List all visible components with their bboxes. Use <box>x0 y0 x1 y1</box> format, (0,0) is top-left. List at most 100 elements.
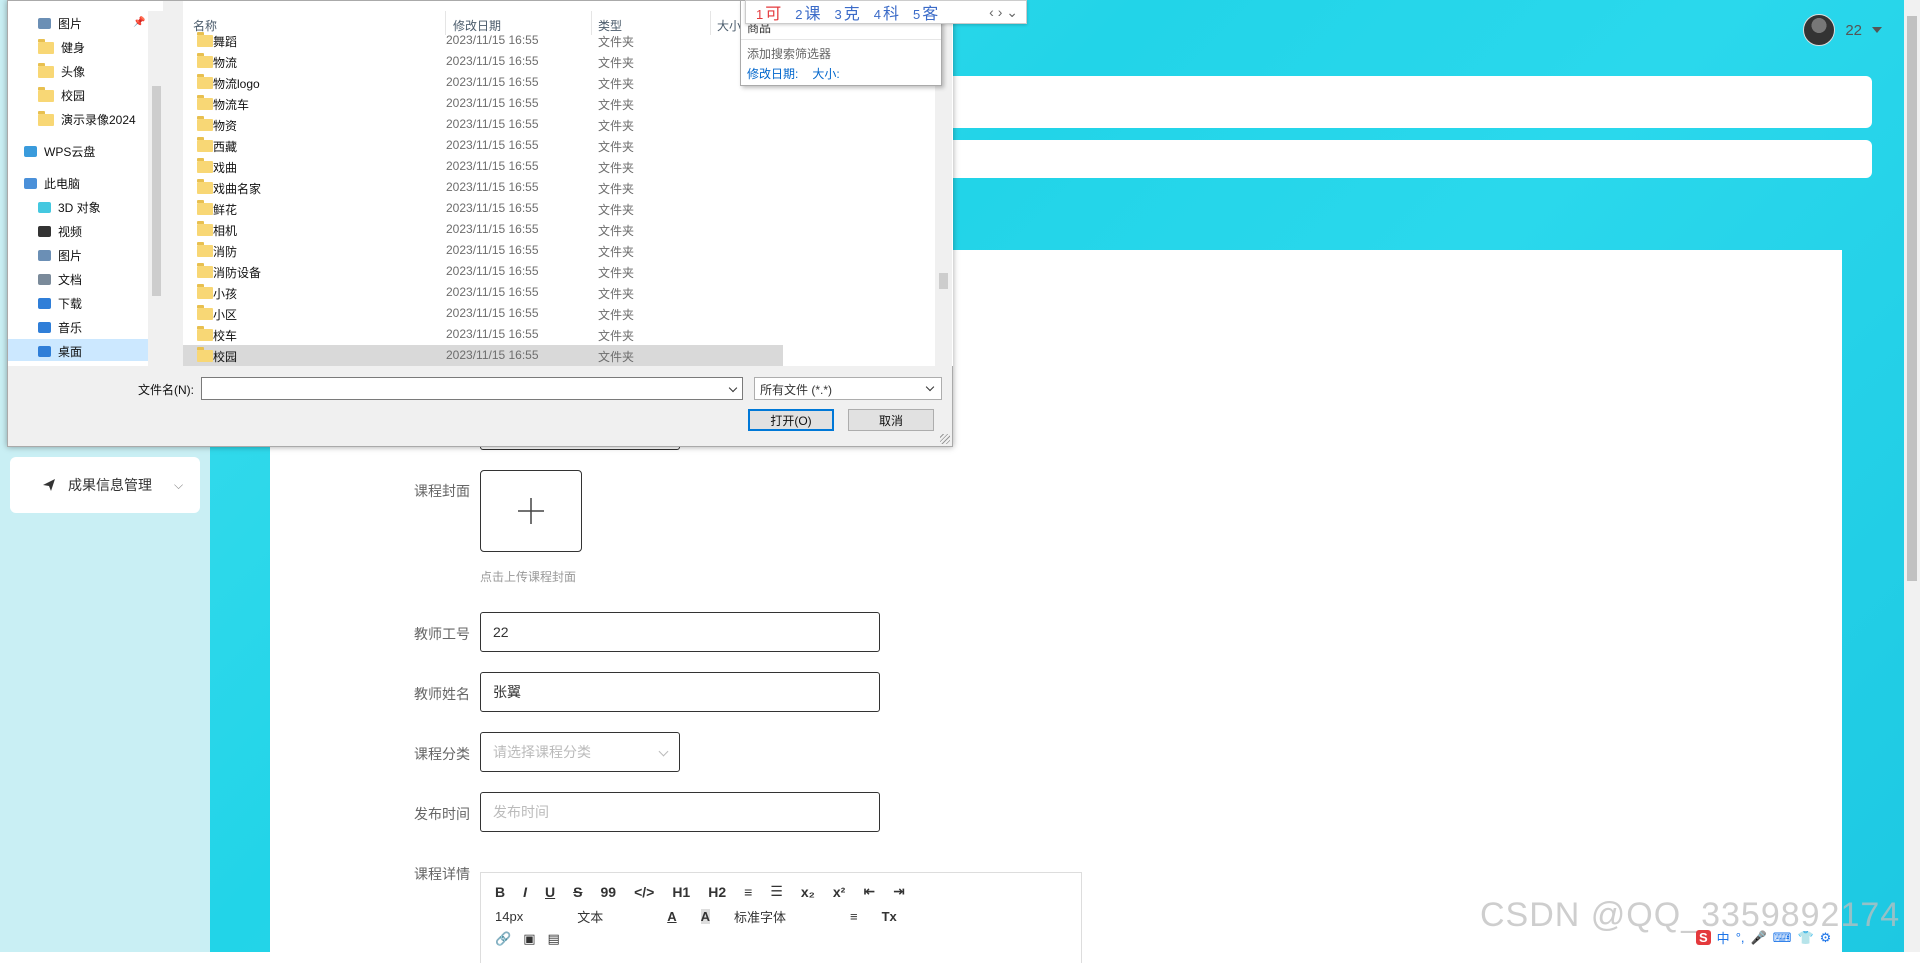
scrollbar-thumb[interactable] <box>1907 16 1917 581</box>
file-row[interactable]: 小区 2023/11/15 16:55 文件夹 <box>183 303 783 324</box>
text-style-select[interactable]: 文本 <box>577 907 603 926</box>
file-row[interactable]: 物流 2023/11/15 16:55 文件夹 <box>183 51 783 72</box>
strike-button[interactable]: S <box>573 884 582 900</box>
watermark: CSDN @QQ_3359892174 <box>1480 896 1901 934</box>
font-family-select[interactable]: 标准字体 <box>734 907 786 926</box>
italic-button[interactable]: I <box>523 884 527 900</box>
h2-button[interactable]: H2 <box>708 884 726 900</box>
filter-size[interactable]: 大小: <box>812 65 839 82</box>
punctuation-icon[interactable]: °, <box>1736 930 1745 945</box>
add-search-filter[interactable]: 添加搜索筛选器 <box>747 45 831 62</box>
cancel-button[interactable]: 取消 <box>848 409 934 431</box>
video-icon[interactable]: ▤ <box>547 931 559 947</box>
code-button[interactable]: </> <box>634 884 654 900</box>
filetype-select[interactable]: 所有文件 (*.*) <box>754 377 942 400</box>
background-color-icon[interactable]: A <box>700 909 710 924</box>
sidebar-item-cloud[interactable]: WPS云盘 <box>24 143 95 160</box>
image-icon[interactable]: ▣ <box>523 931 535 947</box>
ime-candidate[interactable]: 3克 <box>835 0 860 24</box>
h1-button[interactable]: H1 <box>672 884 690 900</box>
file-row[interactable]: 戏曲 2023/11/15 16:55 文件夹 <box>183 156 783 177</box>
ime-mode[interactable]: 中 <box>1717 928 1730 947</box>
sogou-icon[interactable]: S <box>1696 930 1711 945</box>
sidebar-item-achievement[interactable]: 成果信息管理 ⌵ <box>10 457 200 513</box>
file-row[interactable]: 校车 2023/11/15 16:55 文件夹 <box>183 324 783 345</box>
page-scrollbar[interactable] <box>1904 0 1920 952</box>
file-row[interactable]: 物资 2023/11/15 16:55 文件夹 <box>183 114 783 135</box>
file-row[interactable]: 鲜花 2023/11/15 16:55 文件夹 <box>183 198 783 219</box>
skin-icon[interactable]: 👕 <box>1797 930 1813 946</box>
sidebar-item-pic[interactable]: 图片 <box>38 15 82 32</box>
scrollbar-thumb[interactable] <box>152 86 161 296</box>
scrollbar-thumb[interactable] <box>939 273 948 289</box>
rich-text-editor[interactable]: B I U S 99 </> H1 H2 ≡ ☰ x₂ x² ⇤ ⇥ 14px … <box>480 872 1082 963</box>
ime-candidate[interactable]: 2课 <box>795 0 820 24</box>
user-menu[interactable]: 22 <box>1803 14 1882 46</box>
chevron-down-icon[interactable] <box>728 383 738 393</box>
superscript-button[interactable]: x² <box>833 884 845 900</box>
microphone-icon[interactable]: 🎤 <box>1751 930 1767 946</box>
cloud-icon <box>24 146 37 157</box>
file-row[interactable]: 物流logo 2023/11/15 16:55 文件夹 <box>183 72 783 93</box>
cover-upload[interactable] <box>480 470 582 552</box>
file-row[interactable]: 西藏 2023/11/15 16:55 文件夹 <box>183 135 783 156</box>
teacher-name-input[interactable]: 张翼 <box>480 672 880 712</box>
file-row[interactable]: 小孩 2023/11/15 16:55 文件夹 <box>183 282 783 303</box>
bullet-list-button[interactable]: ☰ <box>770 883 783 900</box>
file-row[interactable]: 消防设备 2023/11/15 16:55 文件夹 <box>183 261 783 282</box>
outdent-button[interactable]: ⇤ <box>863 883 875 900</box>
sidebar-item-video[interactable]: 视频 <box>38 223 82 240</box>
link-icon[interactable]: 🔗 <box>495 931 511 947</box>
keyboard-icon[interactable]: ⌨ <box>1773 930 1792 946</box>
file-name: 相机 <box>213 224 238 238</box>
ordered-list-button[interactable]: ≡ <box>744 884 752 900</box>
font-size-select[interactable]: 14px <box>495 909 523 924</box>
clear-format-button[interactable]: Tx <box>882 909 897 924</box>
sidebar-item-3d[interactable]: 3D 对象 <box>38 199 101 216</box>
category-select[interactable]: 请选择课程分类 <box>480 732 680 772</box>
ime-page-nav-icon[interactable]: ‹ › ⌄ <box>989 4 1026 21</box>
send-icon <box>43 479 55 491</box>
nav-scrollbar[interactable] <box>148 11 165 366</box>
filename-input[interactable] <box>201 377 743 400</box>
file-date: 2023/11/15 16:55 <box>446 96 539 110</box>
font-color-icon[interactable]: A <box>667 909 676 924</box>
file-row[interactable]: 校园 2023/11/15 16:55 文件夹 <box>183 345 783 366</box>
header-bar <box>940 76 1872 128</box>
open-button[interactable]: 打开(O) <box>748 409 834 431</box>
subscript-button[interactable]: x₂ <box>801 884 815 900</box>
sidebar-item-folder[interactable]: 头像 <box>38 62 85 80</box>
category-label: 课程分类 <box>414 746 470 762</box>
folder-icon <box>197 263 213 278</box>
sidebar-item-folder[interactable]: 演示录像2024 <box>38 110 136 128</box>
publish-time-input[interactable]: 发布时间 <box>480 792 880 832</box>
file-row[interactable]: 戏曲名家 2023/11/15 16:55 文件夹 <box>183 177 783 198</box>
file-row[interactable]: 物流车 2023/11/15 16:55 文件夹 <box>183 93 783 114</box>
resize-grip[interactable] <box>940 434 950 444</box>
filter-modified-date[interactable]: 修改日期: <box>747 65 798 82</box>
sidebar-item-pc[interactable]: 此电脑 <box>24 175 80 192</box>
align-icon[interactable]: ≡ <box>850 909 858 924</box>
sidebar-item-pic[interactable]: 图片 <box>38 247 82 264</box>
avatar[interactable] <box>1803 14 1836 46</box>
underline-button[interactable]: U <box>545 884 555 900</box>
sidebar-item-folder[interactable]: 健身 <box>38 38 85 56</box>
toolbox-icon[interactable]: ⚙ <box>1820 930 1832 946</box>
sidebar-item-doc[interactable]: 文档 <box>38 271 82 288</box>
ime-candidate[interactable]: 1可 <box>756 0 781 24</box>
sidebar-item-music[interactable]: 音乐 <box>38 319 82 336</box>
indent-button[interactable]: ⇥ <box>893 883 905 900</box>
ime-candidate[interactable]: 5客 <box>913 0 938 24</box>
sidebar-item-desktop[interactable]: 桌面 <box>38 343 82 360</box>
file-row[interactable]: 消防 2023/11/15 16:55 文件夹 <box>183 240 783 261</box>
sidebar-item-folder[interactable]: 校园 <box>38 86 85 104</box>
bold-button[interactable]: B <box>495 884 505 900</box>
quote-button[interactable]: 99 <box>600 884 616 900</box>
teacher-id-input[interactable]: 22 <box>480 612 880 652</box>
pin-icon: 📌 <box>133 17 146 28</box>
sidebar-item-download[interactable]: 下载 <box>38 295 82 312</box>
file-row[interactable]: 相机 2023/11/15 16:55 文件夹 <box>183 219 783 240</box>
file-row[interactable]: 舞蹈 2023/11/15 16:55 文件夹 <box>183 30 783 51</box>
ime-candidate[interactable]: 4科 <box>874 0 899 24</box>
folder-icon <box>197 347 213 362</box>
